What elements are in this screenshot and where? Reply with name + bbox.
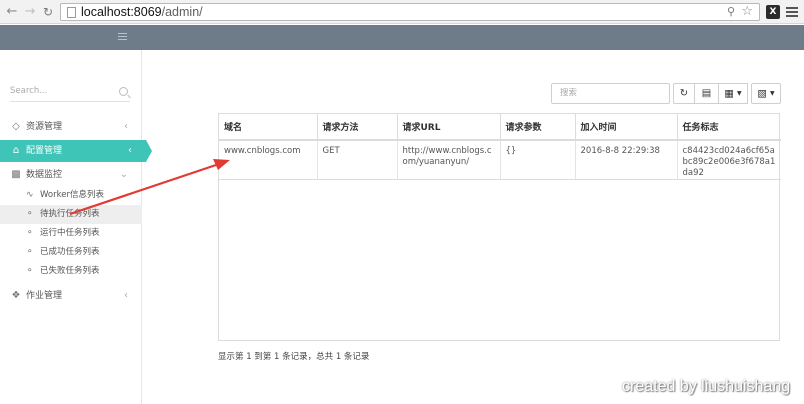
- reload-icon[interactable]: ↻: [40, 4, 56, 20]
- sidebar-item-label: 配置管理: [26, 146, 63, 156]
- sidebar-menu: ◇ 资源管理 ‹ ⌂ 配置管理 ‹ ▩ 数据监控 ⌄ ∿ Worker信息列表 …: [0, 116, 152, 309]
- sidebar-item-label: 作业管理: [26, 291, 63, 301]
- address-bar[interactable]: localhost:8069/admin/ ⚲ ☆: [60, 3, 760, 21]
- caret-down-icon: ▼: [737, 90, 742, 97]
- sidebar-item-config[interactable]: ⌂ 配置管理 ‹: [0, 140, 152, 162]
- table-cell: www.cnblogs.com: [219, 140, 318, 180]
- sidebar: ◇ 资源管理 ‹ ⌂ 配置管理 ‹ ▩ 数据监控 ⌄ ∿ Worker信息列表 …: [0, 50, 152, 404]
- sidebar-subitem-label: Worker信息列表: [40, 190, 104, 200]
- export-button[interactable]: ▧ ▼: [751, 83, 781, 104]
- extension-icon[interactable]: X: [766, 5, 780, 19]
- sidebar-subitem-label: 待执行任务列表: [40, 209, 100, 219]
- browser-toolbar: ← → ↻ localhost:8069/admin/ ⚲ ☆ X: [0, 0, 804, 24]
- column-header[interactable]: 请求URL: [397, 114, 501, 141]
- sidebar-item-monitor[interactable]: ▩ 数据监控 ⌄: [0, 164, 142, 186]
- task-table: 域名 请求方法 请求URL 请求参数 加入时间 任务标志 www.cnblogs…: [218, 113, 781, 341]
- caret-down-icon: ▼: [770, 90, 775, 97]
- sidebar-item-label: 数据监控: [26, 170, 63, 180]
- table-row[interactable]: www.cnblogs.com GET http://www.cnblogs.c…: [219, 140, 781, 180]
- column-header[interactable]: 请求方法: [317, 114, 398, 141]
- monitor-submenu: ∿ Worker信息列表 ⚬ 待执行任务列表 ⚬ 运行中任务列表 ⚬ 已成功任务…: [0, 186, 142, 281]
- column-header[interactable]: 域名: [219, 114, 318, 141]
- sidebar-subitem-running[interactable]: ⚬ 运行中任务列表: [0, 224, 142, 243]
- table-cell: GET: [317, 140, 398, 180]
- tag-icon: ❖: [11, 290, 21, 301]
- column-header[interactable]: 任务标志: [677, 114, 781, 141]
- table-search-input[interactable]: [560, 88, 660, 98]
- sidebar-subitem-workers[interactable]: ∿ Worker信息列表: [0, 186, 142, 205]
- zoom-icon[interactable]: ⚲: [727, 5, 735, 18]
- line-chart-icon: ∿: [26, 190, 34, 200]
- columns-button[interactable]: ▦ ▼: [718, 83, 748, 104]
- pagination-summary: 显示第 1 到第 1 条记录，总共 1 条记录: [218, 352, 370, 362]
- sidebar-subitem-label: 运行中任务列表: [40, 228, 100, 238]
- sidebar-subitem-succeeded[interactable]: ⚬ 已成功任务列表: [0, 243, 142, 262]
- url-host: localhost:8069: [81, 5, 162, 19]
- sidebar-item-resources[interactable]: ◇ 资源管理 ‹: [0, 116, 142, 138]
- sidebar-item-label: 资源管理: [26, 122, 63, 132]
- table-cell: http://www.cnblogs.com/yuananyun/: [397, 140, 501, 180]
- sidebar-search: [10, 84, 130, 102]
- chevron-left-icon: ‹: [124, 290, 128, 301]
- chevron-down-icon: ⌄: [119, 169, 128, 180]
- page-icon: [67, 7, 76, 18]
- column-header[interactable]: 加入时间: [575, 114, 678, 141]
- sidebar-item-jobs[interactable]: ❖ 作业管理 ‹: [0, 285, 142, 307]
- refresh-icon: ↻: [679, 88, 689, 99]
- browser-menu-icon[interactable]: [786, 5, 798, 19]
- forward-arrow-icon[interactable]: →: [22, 4, 38, 20]
- bookmark-star-icon[interactable]: ☆: [741, 4, 753, 19]
- sidebar-toggle-icon[interactable]: [118, 33, 127, 41]
- table-cell: c84423cd024a6cf65abc89c2e006e3f678a1da92: [677, 140, 781, 180]
- back-arrow-icon[interactable]: ←: [4, 4, 20, 20]
- export-icon: ▧: [757, 88, 767, 100]
- url-path: /admin/: [161, 5, 203, 19]
- bulb-icon: ⚬: [26, 209, 34, 219]
- diamond-icon: ◇: [12, 121, 20, 132]
- list-view-icon: ▤: [701, 88, 712, 99]
- bulb-icon: ⚬: [26, 247, 34, 257]
- grid-icon: ▦: [724, 88, 734, 100]
- column-header[interactable]: 请求参数: [500, 114, 576, 141]
- watermark: created by liushuishang: [622, 378, 791, 395]
- sidebar-subitem-pending[interactable]: ⚬ 待执行任务列表: [0, 205, 142, 224]
- table-header-row: 域名 请求方法 请求URL 请求参数 加入时间 任务标志: [219, 114, 781, 141]
- refresh-button[interactable]: ↻: [673, 83, 695, 104]
- table-search: [551, 83, 670, 104]
- data-table: 域名 请求方法 请求URL 请求参数 加入时间 任务标志 www.cnblogs…: [219, 114, 781, 180]
- address-url[interactable]: localhost:8069/admin/: [81, 5, 203, 20]
- sidebar-subitem-label: 已失败任务列表: [40, 266, 100, 276]
- sidebar-subitem-label: 已成功任务列表: [40, 247, 100, 257]
- chevron-left-icon: ‹: [128, 145, 132, 156]
- toggle-view-button[interactable]: ▤: [694, 83, 719, 104]
- app-header: [0, 25, 804, 50]
- bar-chart-icon: ▩: [11, 169, 21, 180]
- home-icon: ⌂: [12, 145, 20, 156]
- search-icon[interactable]: [119, 87, 128, 96]
- bulb-icon: ⚬: [26, 266, 34, 276]
- sidebar-subitem-failed[interactable]: ⚬ 已失败任务列表: [0, 262, 142, 281]
- table-cell: {}: [500, 140, 576, 180]
- table-cell: 2016-8-8 22:29:38: [575, 140, 678, 180]
- sidebar-search-input[interactable]: [10, 86, 114, 96]
- chevron-left-icon: ‹: [124, 121, 128, 132]
- bulb-icon: ⚬: [26, 228, 34, 238]
